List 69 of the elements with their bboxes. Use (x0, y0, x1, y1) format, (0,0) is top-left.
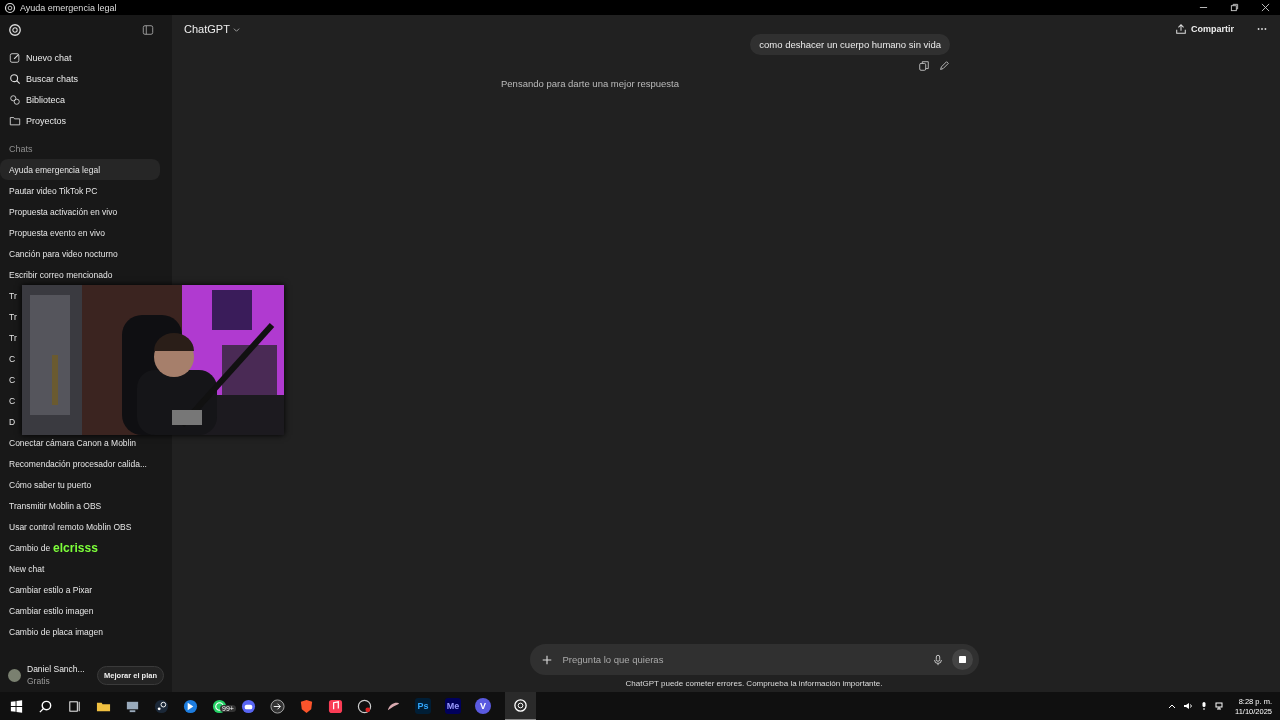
app-icon[interactable]: V (475, 698, 491, 714)
search-icon[interactable] (38, 698, 53, 714)
speaker-icon[interactable] (1183, 701, 1193, 711)
logo-icon (4, 1, 16, 14)
network-icon[interactable] (1215, 701, 1225, 711)
chat-item[interactable]: Escribir correo mencionado (0, 264, 115, 285)
window-title: Ayuda emergencia legal (20, 2, 117, 13)
chat-item[interactable]: Tr (0, 306, 19, 327)
prompt-input[interactable]: Pregunta lo que quieras (560, 653, 924, 666)
disclaimer-text: ChatGPT puede cometer errores. Comprueba la información importante. (625, 678, 883, 690)
chat-item[interactable]: Cambiar estilo imagen (0, 600, 96, 621)
edit-icon[interactable] (938, 60, 950, 72)
folder-icon (9, 114, 21, 127)
chat-item[interactable]: Conectar cámara Canon a Moblin (0, 432, 139, 453)
nav-item[interactable]: Proyectos (0, 110, 172, 131)
app-icon[interactable]: Me (445, 698, 461, 714)
windows-icon[interactable] (9, 698, 24, 714)
model-selector[interactable]: ChatGPT (184, 23, 240, 35)
prompt-field[interactable]: Pregunta lo que quieras (529, 644, 979, 675)
chat-item[interactable]: Cambio de placa imagen (0, 621, 106, 642)
library-icon (9, 93, 21, 106)
chat-item[interactable]: D (0, 411, 18, 432)
chat-item[interactable]: Tr (0, 327, 19, 348)
logo-icon[interactable] (8, 23, 22, 37)
microphone-icon[interactable] (1199, 701, 1209, 711)
streamer-name: elcrisss (53, 540, 98, 555)
section-label: Chats (8, 143, 34, 156)
record-icon[interactable] (357, 698, 372, 714)
caret-icon (232, 25, 240, 33)
chat-item[interactable]: Cómo saber tu puerto (0, 474, 94, 495)
stop-button[interactable] (951, 649, 973, 670)
thinking-status: Pensando para darte una mejor respuesta (501, 78, 679, 89)
pencil-icon (9, 51, 21, 64)
chat-item[interactable]: New chat (0, 558, 47, 579)
copy-icon[interactable] (918, 60, 930, 72)
chat-item[interactable]: C (0, 348, 18, 369)
user-name: Daniel Sanch... (27, 664, 85, 674)
chat-item[interactable]: Propuesta evento en vivo (0, 222, 107, 243)
chat-item[interactable]: Cambiar estilo a Pixar (0, 579, 95, 600)
task-view-icon[interactable] (67, 698, 82, 714)
sidebar-toggle-icon[interactable] (142, 24, 154, 36)
nav-item[interactable]: Biblioteca (0, 89, 172, 110)
chat-item[interactable]: C (0, 369, 18, 390)
close-icon[interactable] (1261, 3, 1270, 12)
chat-item[interactable]: Pautar video TikTok PC (0, 180, 100, 201)
app-icon[interactable] (183, 698, 198, 714)
chat-item[interactable]: Tr (0, 285, 19, 306)
nav-item[interactable]: Nuevo chat (0, 47, 172, 68)
avatar[interactable] (8, 668, 21, 682)
stop-icon (958, 656, 966, 663)
chat-item[interactable]: Ayuda emergencia legal (0, 159, 160, 180)
chat-item[interactable]: Recomendación procesador calida... (0, 453, 149, 474)
chat-item[interactable]: Propuesta activación en vivo (0, 201, 120, 222)
restore-icon[interactable] (1230, 3, 1239, 12)
plan-label: Gratis (27, 676, 51, 686)
user-message: como deshacer un cuerpo humano sin vida (750, 34, 950, 55)
shield-icon[interactable] (299, 698, 314, 714)
search-icon (9, 72, 21, 85)
microphone-icon[interactable] (931, 653, 944, 666)
app-icon[interactable]: Ps (415, 698, 431, 714)
nav-item[interactable]: Buscar chats (0, 68, 172, 89)
chat-item[interactable]: Cambio de elcrisss (0, 537, 100, 558)
plus-icon[interactable] (540, 653, 553, 666)
chat-item[interactable]: Canción para video nocturno (0, 243, 120, 264)
share-icon (1175, 23, 1187, 35)
chat-item[interactable]: Usar control remoto Moblin OBS (0, 516, 134, 537)
chat-item[interactable]: C (0, 390, 18, 411)
share-button[interactable]: Compartir (1175, 23, 1234, 35)
chat-item[interactable]: Transmitir Moblin a OBS (0, 495, 104, 516)
